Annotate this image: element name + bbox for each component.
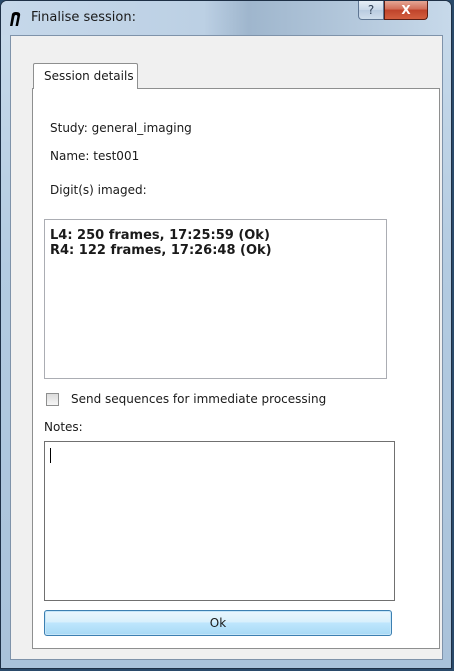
ok-button[interactable]: Ok xyxy=(44,610,392,636)
finalise-session-window: Finalise session: ? X Session details St… xyxy=(0,0,452,669)
title-bar[interactable]: Finalise session: ? X xyxy=(1,1,451,35)
study-label: Study: general_imaging xyxy=(50,121,192,135)
close-icon: X xyxy=(401,3,411,17)
notes-textarea[interactable] xyxy=(44,441,395,601)
send-sequences-checkbox[interactable] xyxy=(46,393,59,406)
send-sequences-label[interactable]: Send sequences for immediate processing xyxy=(71,392,326,406)
notes-label: Notes: xyxy=(44,420,83,434)
digits-list[interactable]: L4: 250 frames, 17:25:59 (Ok) R4: 122 fr… xyxy=(44,219,387,379)
help-button[interactable]: ? xyxy=(358,1,384,20)
n-logo-icon xyxy=(10,12,21,26)
dialog-body: Session details Study: general_imaging N… xyxy=(10,35,443,660)
session-details-page: Study: general_imaging Name: test001 Dig… xyxy=(32,88,440,649)
name-label: Name: test001 xyxy=(50,149,140,163)
help-icon: ? xyxy=(367,3,375,17)
window-title: Finalise session: xyxy=(31,10,136,25)
close-button[interactable]: X xyxy=(384,1,428,20)
digits-imaged-label: Digit(s) imaged: xyxy=(50,183,147,197)
list-item[interactable]: R4: 122 frames, 17:26:48 (Ok) xyxy=(50,243,381,258)
list-item[interactable]: L4: 250 frames, 17:25:59 (Ok) xyxy=(50,228,381,243)
tab-session-details[interactable]: Session details xyxy=(33,63,138,89)
text-caret xyxy=(50,448,51,463)
